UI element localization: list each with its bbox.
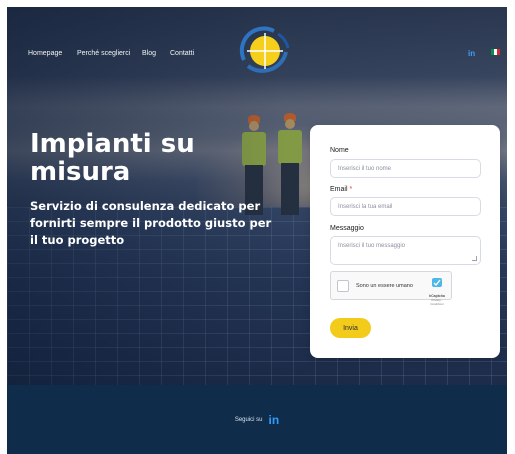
linkedin-icon[interactable]: in [269, 413, 280, 427]
page: Homepage Perché sceglierci Blog Contatti… [7, 7, 507, 454]
footer: Seguici su in [7, 385, 507, 454]
nav-item-homepage[interactable]: Homepage [28, 50, 62, 57]
linkedin-icon[interactable]: in [468, 49, 475, 58]
nav-item-blog[interactable]: Blog [142, 50, 156, 57]
message-label: Messaggio [330, 225, 364, 232]
top-nav: Homepage Perché sceglierci Blog Contatti… [7, 7, 507, 87]
captcha-checkbox[interactable] [337, 280, 349, 292]
required-mark: * [349, 186, 353, 193]
hero-title: Impianti su misura [30, 129, 195, 187]
contact-form-card: Nome Inserisci il tuo nome Email * Inser… [310, 125, 500, 358]
solar-logo-icon[interactable] [234, 22, 294, 82]
hcaptcha-widget: Sono un essere umano hCaptcha Privacy - … [330, 271, 452, 306]
hcaptcha-logo-icon: hCaptcha Privacy - Condizioni [427, 275, 447, 306]
nav-item-contatti[interactable]: Contatti [170, 50, 194, 57]
name-label: Nome [330, 147, 349, 154]
captcha-links[interactable]: Privacy - Condizioni [427, 298, 447, 306]
submit-button[interactable]: Invia [330, 318, 371, 338]
hero-section: Homepage Perché sceglierci Blog Contatti… [7, 7, 507, 385]
italian-flag-icon[interactable] [491, 49, 500, 55]
resize-handle[interactable] [472, 256, 477, 261]
follow-text: Seguici su [234, 416, 263, 423]
message-placeholder: Inserisci il tuo messaggio [338, 243, 406, 249]
nav-item-perche-sceglierci[interactable]: Perché sceglierci [77, 50, 130, 57]
message-textarea[interactable]: Inserisci il tuo messaggio [330, 236, 481, 265]
captcha-label: Sono un essere umano [356, 283, 413, 289]
email-input[interactable]: Inserisci la tua email [330, 197, 481, 216]
email-label-text: Email [330, 186, 348, 193]
hero-subtitle: Servizio di consulenza dedicato per forn… [30, 199, 272, 247]
name-input[interactable]: Inserisci il tuo nome [330, 159, 481, 178]
social-follow: Seguici su in [7, 385, 507, 454]
email-label: Email * [330, 186, 352, 193]
